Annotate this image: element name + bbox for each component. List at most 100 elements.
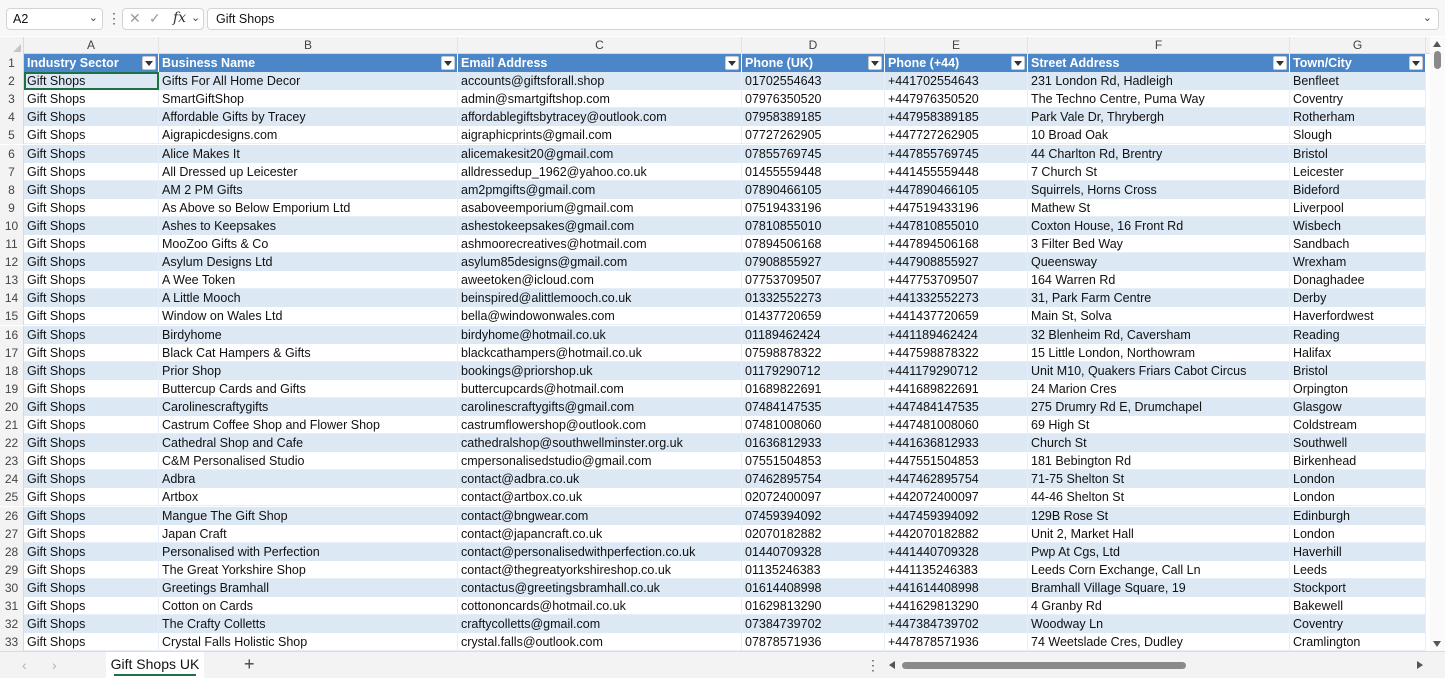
table-cell[interactable]: A Wee Token — [159, 271, 458, 290]
chevron-down-icon[interactable]: ⌄ — [191, 11, 200, 24]
table-cell[interactable]: Cramlington — [1290, 633, 1426, 651]
table-cell[interactable]: AM 2 PM Gifts — [159, 180, 458, 199]
table-cell[interactable]: 07727262905 — [742, 126, 885, 145]
next-sheet-icon[interactable]: › — [52, 657, 57, 673]
table-cell[interactable]: 01702554643 — [742, 72, 885, 91]
horizontal-scroll-thumb[interactable] — [902, 662, 1186, 669]
table-cell[interactable]: Artbox — [159, 488, 458, 507]
cancel-x-icon[interactable]: ✕ — [129, 10, 141, 27]
table-cell[interactable]: contact@adbra.co.uk — [458, 470, 742, 489]
table-cell[interactable]: Birdyhome — [159, 325, 458, 344]
table-cell[interactable]: Gift Shops — [24, 470, 159, 489]
table-cell[interactable]: SmartGiftShop — [159, 90, 458, 109]
table-cell[interactable]: Unit M10, Quakers Friars Cabot Circus — [1028, 361, 1290, 380]
table-cell[interactable]: Halifax — [1290, 343, 1426, 362]
row-number[interactable]: 27 — [0, 524, 24, 543]
table-cell[interactable]: bella@windowonwales.com — [458, 307, 742, 326]
table-cell[interactable]: Glasgow — [1290, 397, 1426, 416]
table-cell[interactable]: All Dressed up Leicester — [159, 162, 458, 181]
table-cell[interactable]: Affordable Gifts by Tracey — [159, 108, 458, 127]
table-cell[interactable]: Slough — [1290, 126, 1426, 145]
row-number[interactable]: 20 — [0, 397, 24, 416]
column-header-cell[interactable]: Town/City — [1290, 54, 1426, 73]
table-cell[interactable]: 10 Broad Oak — [1028, 126, 1290, 145]
column-letter[interactable]: B — [159, 37, 458, 54]
table-cell[interactable]: Gift Shops — [24, 542, 159, 561]
table-cell[interactable]: asaboveemporium@gmail.com — [458, 198, 742, 217]
table-cell[interactable]: 01437720659 — [742, 307, 885, 326]
table-cell[interactable]: 07908855927 — [742, 253, 885, 272]
table-cell[interactable]: +442072400097 — [885, 488, 1028, 507]
table-cell[interactable]: 4 Granby Rd — [1028, 597, 1290, 616]
table-cell[interactable]: +447894506168 — [885, 235, 1028, 254]
row-number[interactable]: 8 — [0, 180, 24, 199]
table-cell[interactable]: Aigrapicdesigns.com — [159, 126, 458, 145]
row-number[interactable]: 24 — [0, 470, 24, 489]
table-cell[interactable]: 01455559448 — [742, 162, 885, 181]
table-cell[interactable]: buttercupcards@hotmail.com — [458, 379, 742, 398]
table-cell[interactable]: The Techno Centre, Puma Way — [1028, 90, 1290, 109]
table-cell[interactable]: Bramhall Village Square, 19 — [1028, 578, 1290, 597]
table-cell[interactable]: Church St — [1028, 434, 1290, 453]
scroll-up-icon[interactable] — [1433, 41, 1441, 47]
table-cell[interactable]: London — [1290, 524, 1426, 543]
table-cell[interactable]: aweetoken@icloud.com — [458, 271, 742, 290]
row-number[interactable]: 28 — [0, 542, 24, 561]
table-cell[interactable]: Castrum Coffee Shop and Flower Shop — [159, 416, 458, 435]
column-letter[interactable]: F — [1028, 37, 1290, 54]
row-number[interactable]: 29 — [0, 560, 24, 579]
table-cell[interactable]: blackcathampers@hotmail.co.uk — [458, 343, 742, 362]
table-cell[interactable]: MooZoo Gifts & Co — [159, 235, 458, 254]
table-cell[interactable]: Orpington — [1290, 379, 1426, 398]
table-cell[interactable]: Coventry — [1290, 90, 1426, 109]
chevron-down-icon[interactable]: ⌄ — [1423, 11, 1432, 24]
table-cell[interactable]: 01629813290 — [742, 597, 885, 616]
column-header-cell[interactable]: Email Address — [458, 54, 742, 73]
row-number[interactable]: 33 — [0, 633, 24, 651]
table-cell[interactable]: +441437720659 — [885, 307, 1028, 326]
table-cell[interactable]: 07484147535 — [742, 397, 885, 416]
table-cell[interactable]: Gift Shops — [24, 633, 159, 651]
table-cell[interactable]: admin@smartgiftshop.com — [458, 90, 742, 109]
table-cell[interactable]: Gift Shops — [24, 289, 159, 308]
column-letter[interactable]: C — [458, 37, 742, 54]
table-cell[interactable]: Asylum Designs Ltd — [159, 253, 458, 272]
table-cell[interactable]: Gift Shops — [24, 597, 159, 616]
table-cell[interactable]: +447551504853 — [885, 452, 1028, 471]
table-cell[interactable]: Gift Shops — [24, 397, 159, 416]
column-header-cell[interactable]: Industry Sector — [24, 54, 159, 73]
add-sheet-icon[interactable]: + — [244, 654, 255, 675]
table-cell[interactable]: Leicester — [1290, 162, 1426, 181]
table-cell[interactable]: +442070182882 — [885, 524, 1028, 543]
table-cell[interactable]: Donaghadee — [1290, 271, 1426, 290]
table-cell[interactable]: cmpersonalisedstudio@gmail.com — [458, 452, 742, 471]
column-letter[interactable]: D — [742, 37, 885, 54]
row-number[interactable]: 9 — [0, 198, 24, 217]
table-cell[interactable]: 15 Little London, Northowram — [1028, 343, 1290, 362]
table-cell[interactable]: contact@bngwear.com — [458, 506, 742, 525]
table-cell[interactable]: 07890466105 — [742, 180, 885, 199]
table-cell[interactable]: Black Cat Hampers & Gifts — [159, 343, 458, 362]
table-cell[interactable]: accounts@giftsforall.shop — [458, 72, 742, 91]
table-cell[interactable]: 02070182882 — [742, 524, 885, 543]
table-cell[interactable]: Coventry — [1290, 615, 1426, 634]
table-cell[interactable]: 02072400097 — [742, 488, 885, 507]
table-cell[interactable]: 01614408998 — [742, 578, 885, 597]
table-cell[interactable]: 07855769745 — [742, 144, 885, 163]
fx-icon[interactable]: fx — [173, 10, 186, 26]
table-cell[interactable]: 71-75 Shelton St — [1028, 470, 1290, 489]
table-cell[interactable]: bookings@priorshop.uk — [458, 361, 742, 380]
selected-cell[interactable]: Gift Shops — [24, 72, 159, 91]
table-cell[interactable]: Bristol — [1290, 144, 1426, 163]
column-letter[interactable]: G — [1290, 37, 1426, 54]
previous-sheet-icon[interactable]: ‹ — [22, 657, 27, 673]
table-cell[interactable]: Coldstream — [1290, 416, 1426, 435]
select-all-corner[interactable] — [0, 37, 24, 54]
table-cell[interactable]: Haverfordwest — [1290, 307, 1426, 326]
filter-dropdown-icon[interactable] — [868, 56, 882, 70]
table-cell[interactable]: Gift Shops — [24, 253, 159, 272]
table-cell[interactable]: +447384739702 — [885, 615, 1028, 634]
formula-input[interactable]: Gift Shops ⌄ — [207, 8, 1439, 30]
table-cell[interactable]: 07481008060 — [742, 416, 885, 435]
table-cell[interactable]: 07976350520 — [742, 90, 885, 109]
